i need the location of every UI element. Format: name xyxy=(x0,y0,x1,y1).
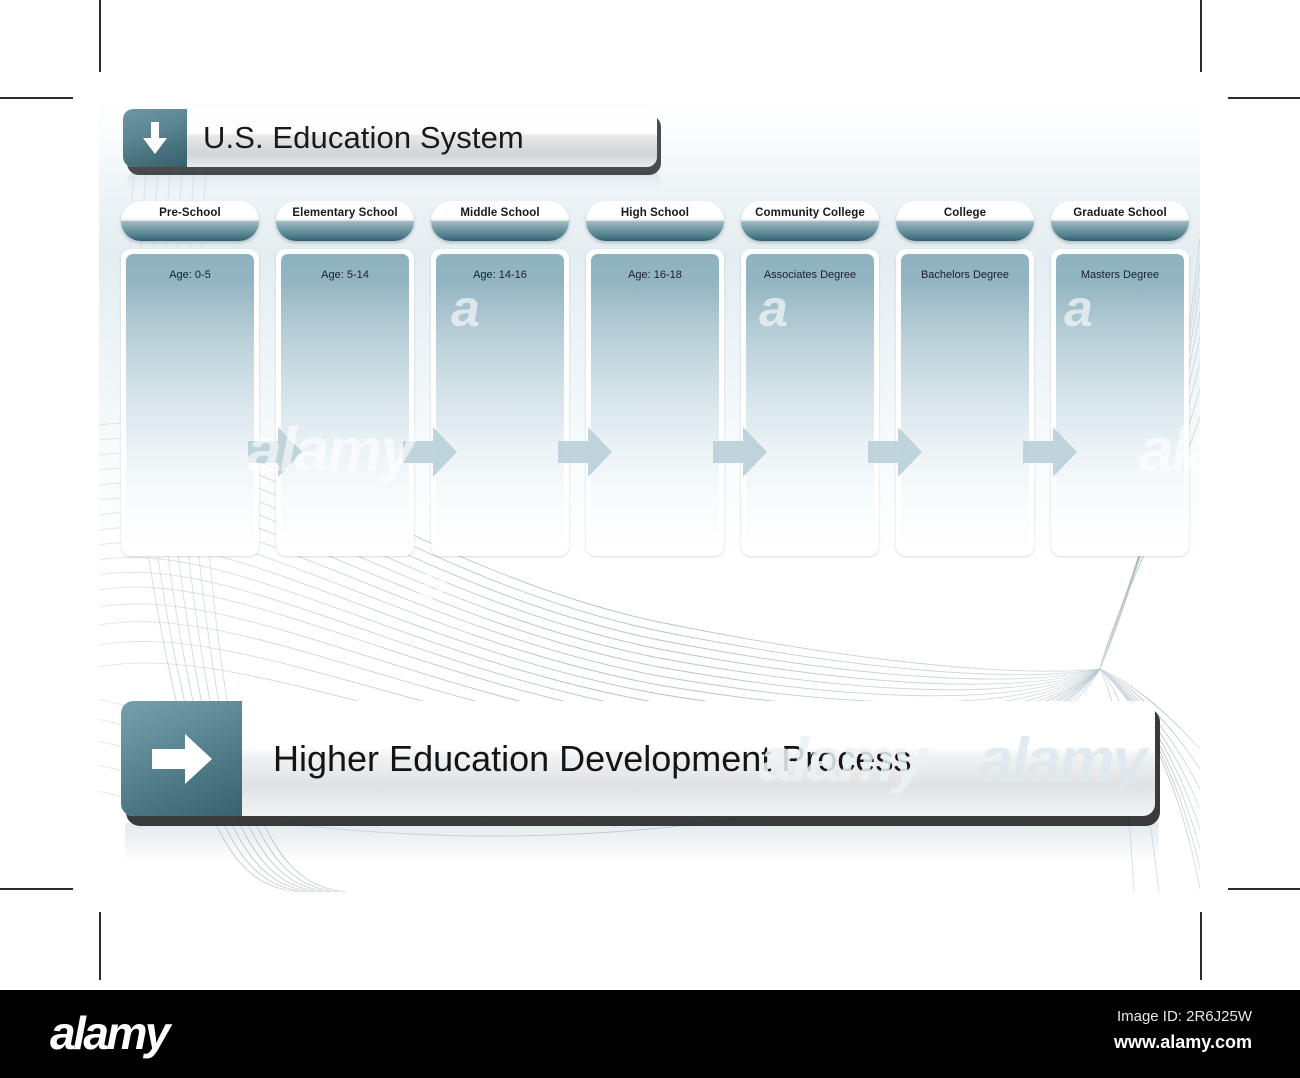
step-detail: Age: 14-16 xyxy=(473,269,527,281)
step-elementary-school[interactable]: Elementary School Age: 5-14 xyxy=(276,201,414,556)
bottom-banner-reflection xyxy=(125,823,1159,869)
bottom-banner: Higher Education Development Process xyxy=(121,701,1160,826)
page-title: U.S. Education System xyxy=(203,120,524,155)
step-label: Community College xyxy=(755,207,865,219)
bottom-banner-plate: Higher Education Development Process xyxy=(121,701,1155,816)
step-detail: Bachelors Degree xyxy=(920,269,1010,281)
crop-mark-top-left-vertical xyxy=(99,0,101,72)
flow-arrow-icon-5 xyxy=(868,427,922,477)
step-detail: Age: 5-14 xyxy=(321,269,369,281)
step-card-body: Age: 16-18 xyxy=(591,254,719,551)
crop-mark-bottom-left-vertical xyxy=(99,912,101,980)
step-graduate-school[interactable]: Graduate School Masters Degree xyxy=(1051,201,1189,556)
education-steps-row: Pre-School Age: 0-5 Elementary School Ag… xyxy=(121,201,1200,563)
website-label: www.alamy.com xyxy=(1113,1032,1252,1052)
arrow-right-icon xyxy=(121,701,242,816)
alamy-logo: alamy xyxy=(50,1007,170,1059)
crop-mark-bottom-right-vertical xyxy=(1200,912,1202,980)
alamy-footer-bar: alamy Image ID: 2R6J25W www.alamy.com xyxy=(0,990,1300,1078)
step-card-body: Age: 5-14 xyxy=(281,254,409,551)
step-card-body: Masters Degree xyxy=(1056,254,1184,551)
title-banner: U.S. Education System xyxy=(123,109,661,175)
step-pill-wrap: Community College xyxy=(741,201,879,243)
crop-mark-bottom-left-horizontal xyxy=(0,888,73,890)
step-label: Pre-School xyxy=(159,207,221,219)
step-high-school[interactable]: High School Age: 16-18 xyxy=(586,201,724,556)
flow-arrow-icon-4 xyxy=(713,427,767,477)
step-label: Middle School xyxy=(460,207,540,219)
arrow-down-icon xyxy=(123,109,187,167)
step-card[interactable]: Age: 5-14 xyxy=(276,249,414,556)
step-card[interactable]: Age: 0-5 xyxy=(121,249,259,556)
step-card-body: Bachelors Degree xyxy=(901,254,1029,551)
step-middle-school[interactable]: Middle School Age: 14-16 xyxy=(431,201,569,556)
step-card-body: Age: 14-16 xyxy=(436,254,564,551)
step-pill-wrap: High School xyxy=(586,201,724,243)
step-card[interactable]: Masters Degree xyxy=(1051,249,1189,556)
artwork-stage: U.S. Education System Pre-School Age: 0-… xyxy=(0,0,1300,980)
crop-mark-top-right-vertical xyxy=(1200,0,1202,72)
step-college[interactable]: College Bachelors Degree xyxy=(896,201,1034,556)
step-pre-school[interactable]: Pre-School Age: 0-5 xyxy=(121,201,259,556)
bottom-banner-title: Higher Education Development Process xyxy=(273,738,912,779)
step-pill-wrap: Middle School xyxy=(431,201,569,243)
image-id-label: Image ID: 2R6J25W xyxy=(1116,1008,1252,1025)
step-label: High School xyxy=(620,207,690,219)
step-card[interactable]: Age: 14-16 xyxy=(431,249,569,556)
step-card[interactable]: Age: 16-18 xyxy=(586,249,724,556)
flow-arrow-icon-3 xyxy=(558,427,612,477)
step-detail: Age: 0-5 xyxy=(169,269,211,281)
step-community-college[interactable]: Community College Associates Degree xyxy=(741,201,879,556)
step-pill-wrap: College xyxy=(896,201,1034,243)
step-detail: Masters Degree xyxy=(1080,269,1160,281)
title-banner-plate: U.S. Education System xyxy=(123,109,657,167)
flow-arrow-icon-6 xyxy=(1023,427,1077,477)
flow-arrow-icon-2 xyxy=(403,427,457,477)
step-pill-wrap: Pre-School xyxy=(121,201,259,243)
step-card-body: Age: 0-5 xyxy=(126,254,254,551)
step-detail: Age: 16-18 xyxy=(628,269,682,281)
step-detail: Associates Degree xyxy=(763,269,857,281)
step-label: Graduate School xyxy=(1073,207,1167,219)
step-label: Elementary School xyxy=(292,207,398,219)
step-card-body: Associates Degree xyxy=(746,254,874,551)
flow-arrow-icon-1 xyxy=(248,427,302,477)
step-pill-wrap: Elementary School xyxy=(276,201,414,243)
crop-mark-top-right-horizontal xyxy=(1228,97,1300,99)
step-label: College xyxy=(943,207,987,219)
step-card[interactable]: Associates Degree xyxy=(741,249,879,556)
step-pill-wrap: Graduate School xyxy=(1051,201,1189,243)
step-card[interactable]: Bachelors Degree xyxy=(896,249,1034,556)
crop-mark-bottom-right-horizontal xyxy=(1228,888,1300,890)
infographic-artboard: U.S. Education System Pre-School Age: 0-… xyxy=(99,97,1200,892)
crop-mark-top-left-horizontal xyxy=(0,97,73,99)
